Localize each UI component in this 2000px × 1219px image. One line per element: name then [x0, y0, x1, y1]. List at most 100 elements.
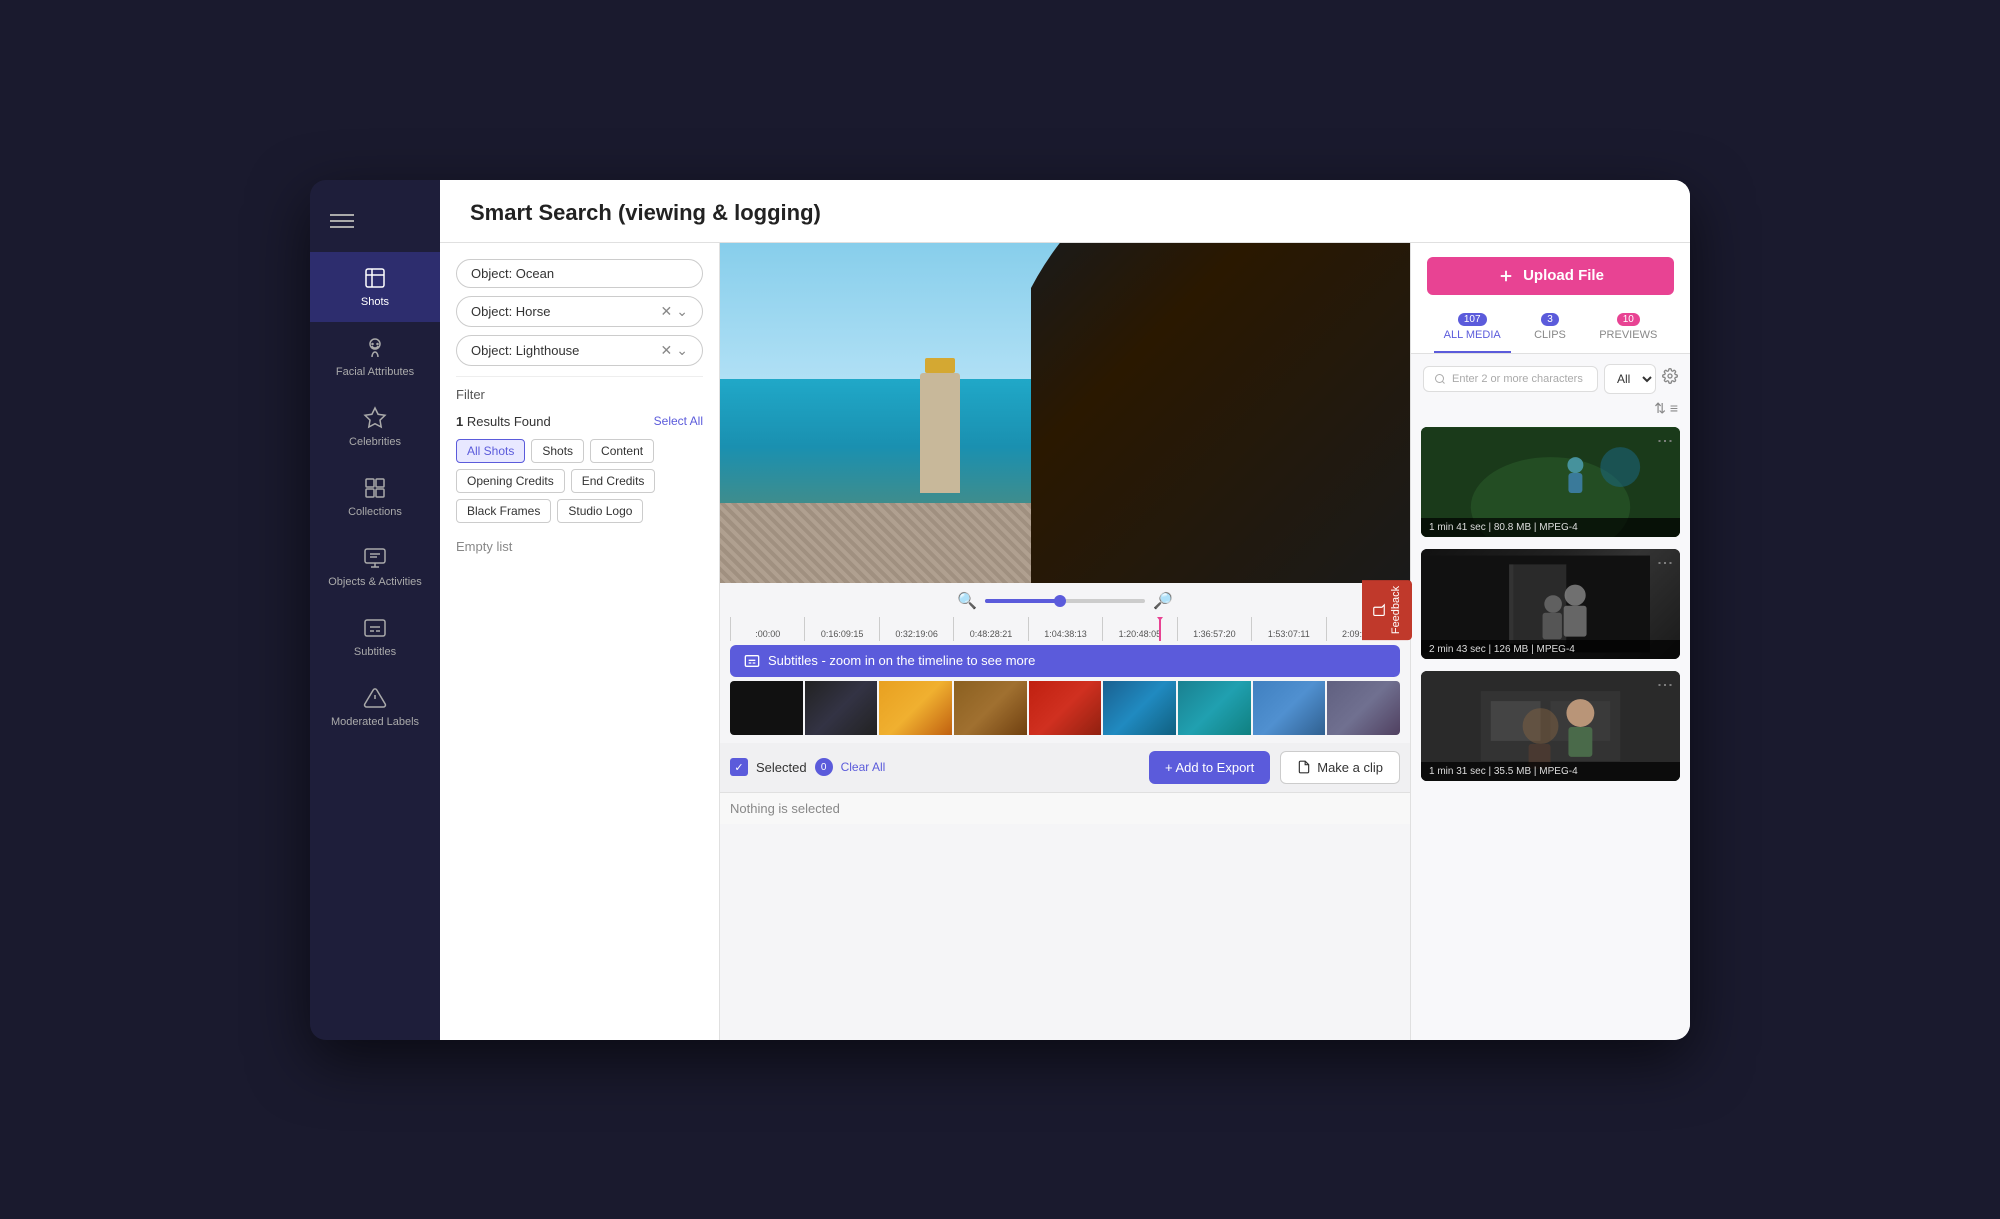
filmstrip-frame-2[interactable]	[805, 681, 878, 735]
subtitles-text: Subtitles - zoom in on the timeline to s…	[768, 653, 1035, 668]
media-card-2[interactable]: 2 min 43 sec | 126 MB | MPEG-4 ⋮	[1421, 549, 1680, 659]
upload-file-button[interactable]: Upload File	[1427, 257, 1674, 295]
gear-button[interactable]	[1662, 368, 1678, 389]
filmstrip-frame-1[interactable]	[730, 681, 803, 735]
sidebar: Shots Facial Attributes Celebrities	[310, 180, 440, 1040]
media-card-2-info: 2 min 43 sec | 126 MB | MPEG-4	[1421, 640, 1680, 659]
zoom-in-icon[interactable]: 🔎	[1153, 591, 1173, 611]
tag-horse-remove[interactable]: ✕	[661, 303, 673, 320]
timeline-marker-1: 0:16:09:15	[804, 617, 878, 641]
page-title: Smart Search (viewing & logging)	[470, 200, 1660, 226]
media-card-2-menu[interactable]: ⋮	[1655, 555, 1674, 569]
filter-tag-studio-logo[interactable]: Studio Logo	[557, 499, 643, 523]
filmstrip-frame-8[interactable]	[1253, 681, 1326, 735]
horse-overlay-decoration	[1031, 243, 1411, 583]
make-clip-button[interactable]: Make a clip	[1280, 751, 1400, 784]
subtitles-icon	[744, 653, 760, 669]
filter-tag-end-credits[interactable]: End Credits	[571, 469, 656, 493]
search-placeholder: Enter 2 or more characters	[1452, 373, 1583, 385]
tag-lighthouse-expand[interactable]: ⌄	[676, 342, 688, 359]
tab-clips[interactable]: 3 CLIPS	[1524, 307, 1576, 353]
add-to-export-button[interactable]: + Add to Export	[1149, 751, 1270, 784]
timeline-marker-4: 1:04:38:13	[1028, 617, 1102, 641]
sidebar-item-shots[interactable]: Shots	[310, 252, 440, 322]
timeline-marker-2: 0:32:19:06	[879, 617, 953, 641]
clear-all-button[interactable]: Clear All	[841, 760, 886, 774]
filter-select[interactable]: All	[1604, 364, 1656, 394]
feedback-tab[interactable]: Feedback	[1362, 579, 1412, 639]
timeline-marker-0: :00:00	[730, 617, 804, 641]
filter-tag-content[interactable]: Content	[590, 439, 654, 463]
filmstrip-frame-6[interactable]	[1103, 681, 1176, 735]
selected-label: Selected	[756, 760, 807, 775]
gear-icon	[1662, 368, 1678, 384]
results-count: 1 Results Found	[456, 414, 551, 429]
sidebar-item-moderated-labels[interactable]: Moderated Labels	[310, 672, 440, 742]
sidebar-item-objects-activities[interactable]: Objects & Activities	[310, 532, 440, 602]
left-panel: Object: Ocean Object: Horse ✕ ⌄ Object: …	[440, 243, 720, 1040]
tab-all-media[interactable]: 107 ALL MEDIA	[1434, 307, 1511, 353]
tag-horse-expand[interactable]: ⌄	[676, 303, 688, 320]
tab-previews-badge: 10	[1617, 313, 1640, 326]
hamburger-menu[interactable]	[310, 200, 440, 252]
media-card-3[interactable]: 1 min 31 sec | 35.5 MB | MPEG-4 ⋮	[1421, 671, 1680, 781]
tag-lighthouse-remove[interactable]: ✕	[661, 342, 673, 359]
media-search-input[interactable]: Enter 2 or more characters	[1423, 366, 1598, 392]
bottom-controls: ✓ Selected 0 Clear All + Add to Export	[720, 743, 1410, 792]
sidebar-item-label-facial: Facial Attributes	[336, 366, 414, 378]
filmstrip-frame-3[interactable]	[879, 681, 952, 735]
zoom-slider[interactable]	[985, 599, 1145, 603]
filmstrip-frame-9[interactable]	[1327, 681, 1400, 735]
search-tag-ocean[interactable]: Object: Ocean	[456, 259, 703, 288]
lighthouse-decoration	[920, 373, 960, 493]
filter-label: Filter	[456, 376, 703, 402]
sidebar-item-label-subtitles: Subtitles	[354, 646, 396, 658]
sidebar-item-collections[interactable]: Collections	[310, 462, 440, 532]
sort-row: ⇅ ≡	[1411, 394, 1690, 417]
filmstrip-frame-5[interactable]	[1029, 681, 1102, 735]
filter-tag-all-shots[interactable]: All Shots	[456, 439, 525, 463]
empty-list-label: Empty list	[456, 539, 703, 554]
selected-checkbox[interactable]: ✓	[730, 758, 748, 776]
sort-icon[interactable]: ⇅ ≡	[1654, 400, 1678, 417]
tab-previews[interactable]: 10 PREVIEWS	[1589, 307, 1667, 353]
search-icon	[1434, 373, 1446, 385]
filmstrip[interactable]	[730, 681, 1400, 735]
timeline-marker-6: 1:36:57:20	[1177, 617, 1251, 641]
tab-clips-badge: 3	[1541, 313, 1559, 326]
timeline-marker-7: 1:53:07:11	[1251, 617, 1325, 641]
media-list: 1 min 41 sec | 80.8 MB | MPEG-4 ⋮	[1411, 417, 1690, 1040]
sidebar-item-celebrities[interactable]: Celebrities	[310, 392, 440, 462]
search-tag-lighthouse[interactable]: Object: Lighthouse ✕ ⌄	[456, 335, 703, 366]
plus-icon	[1497, 267, 1515, 285]
timeline-section: 🔍 🔎 :00:00 0:16	[720, 583, 1410, 743]
media-tabs: 107 ALL MEDIA 3 CLIPS 10 PREVIEWS	[1427, 307, 1674, 353]
media-card-1[interactable]: 1 min 41 sec | 80.8 MB | MPEG-4 ⋮	[1421, 427, 1680, 537]
timeline-marker-3: 0:48:28:21	[953, 617, 1027, 641]
media-card-1-menu[interactable]: ⋮	[1655, 433, 1674, 447]
sidebar-item-label-collections: Collections	[348, 506, 402, 518]
sidebar-item-subtitles[interactable]: Subtitles	[310, 602, 440, 672]
filmstrip-frame-7[interactable]	[1178, 681, 1251, 735]
sidebar-item-label-moderated: Moderated Labels	[331, 716, 419, 728]
media-card-3-info: 1 min 31 sec | 35.5 MB | MPEG-4	[1421, 762, 1680, 781]
filter-tag-black-frames[interactable]: Black Frames	[456, 499, 551, 523]
search-tag-horse[interactable]: Object: Horse ✕ ⌄	[456, 296, 703, 327]
sidebar-item-facial-attributes[interactable]: Facial Attributes	[310, 322, 440, 392]
tab-previews-label: PREVIEWS	[1599, 329, 1657, 341]
timeline-playhead[interactable]	[1159, 617, 1161, 641]
select-all-button[interactable]: Select All	[654, 414, 703, 428]
selected-section: ✓ Selected 0 Clear All	[730, 758, 885, 776]
zoom-out-icon[interactable]: 🔍	[957, 591, 977, 611]
sidebar-item-label-objects: Objects & Activities	[328, 576, 422, 588]
sidebar-item-label-celebrities: Celebrities	[349, 436, 401, 448]
filter-tag-shots[interactable]: Shots	[531, 439, 584, 463]
right-panel: Upload File 107 ALL MEDIA 3 CLIPS	[1410, 243, 1690, 1040]
filmstrip-frame-4[interactable]	[954, 681, 1027, 735]
filter-tag-opening-credits[interactable]: Opening Credits	[456, 469, 565, 493]
timeline-ruler[interactable]: :00:00 0:16:09:15 0:32:19:06 0:48:28:21 …	[730, 617, 1400, 641]
filter-tags: All Shots Shots Content Opening Credits …	[456, 439, 703, 523]
tab-clips-label: CLIPS	[1534, 329, 1566, 341]
media-card-3-menu[interactable]: ⋮	[1655, 677, 1674, 691]
action-buttons: + Add to Export Make a clip	[1149, 751, 1400, 784]
